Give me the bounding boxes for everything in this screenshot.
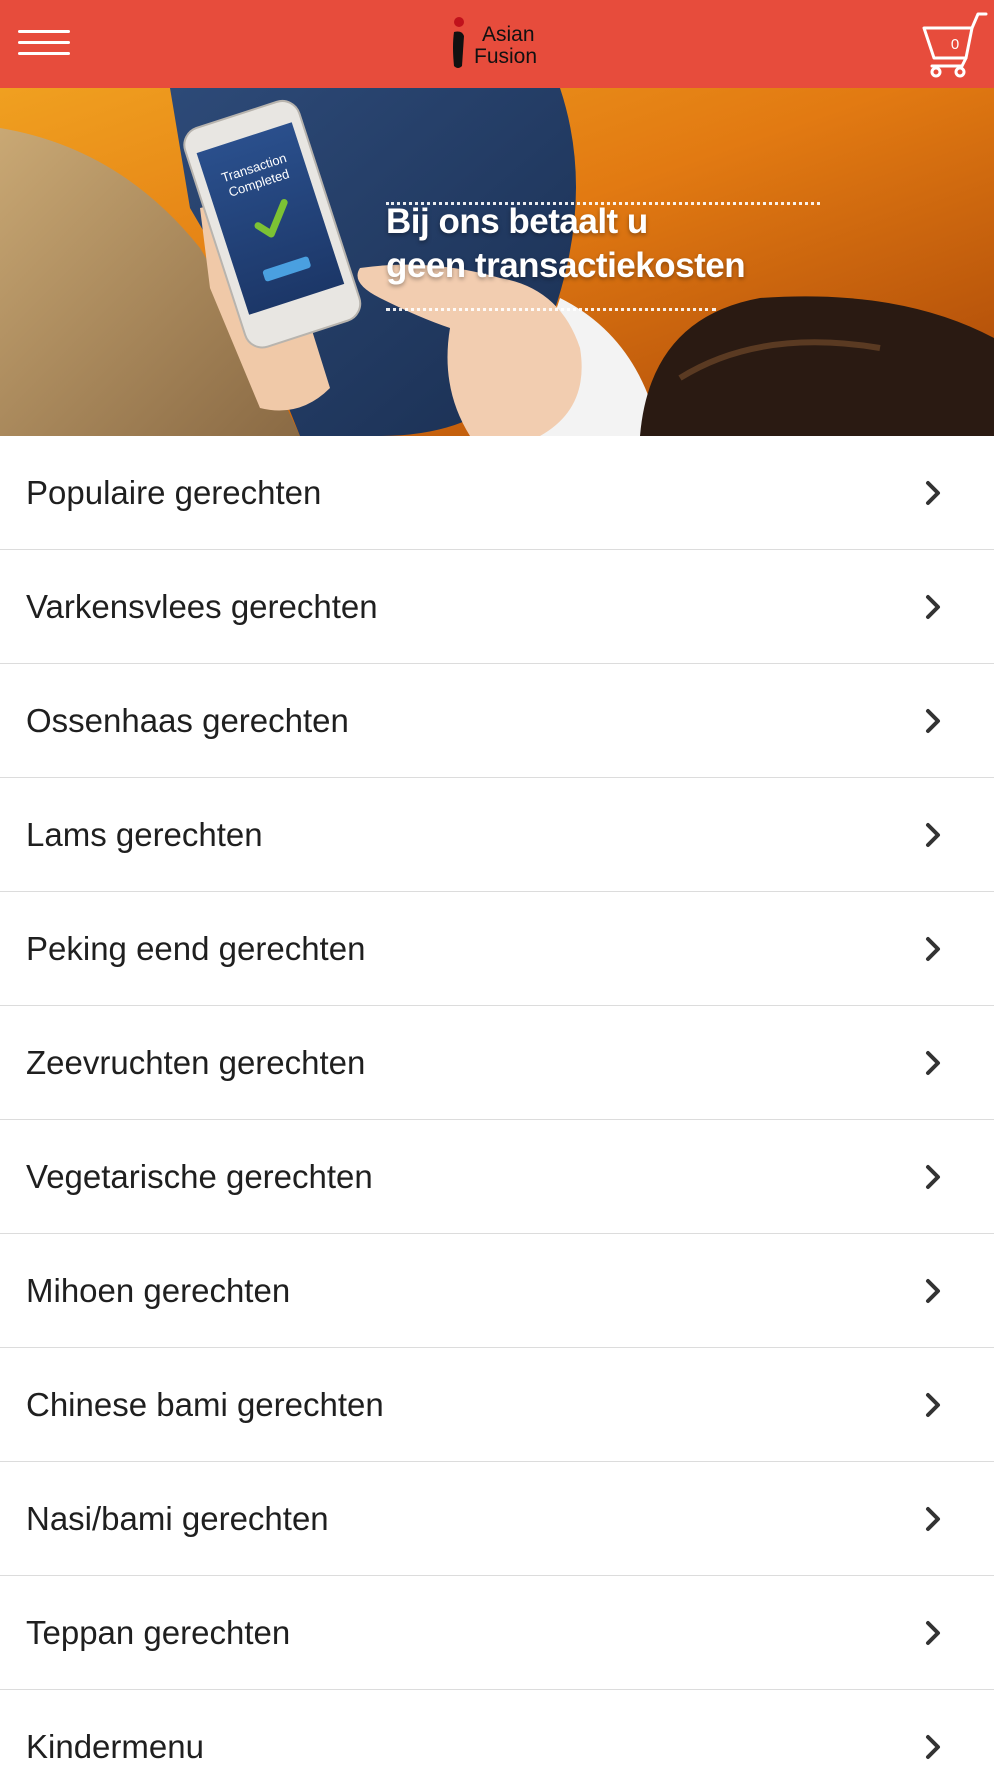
hamburger-menu-icon[interactable] <box>18 26 70 60</box>
category-label: Populaire gerechten <box>26 474 322 511</box>
category-item[interactable]: Zeevruchten gerechten <box>0 1006 994 1120</box>
category-label: Zeevruchten gerechten <box>26 1044 366 1081</box>
category-label: Mihoen gerechten <box>26 1272 291 1309</box>
category-label: Vegetarische gerechten <box>26 1158 373 1195</box>
category-label: Kindermenu <box>26 1728 204 1765</box>
chevron-right-icon <box>926 823 940 847</box>
category-item[interactable]: Kindermenu <box>0 1690 994 1778</box>
chevron-right-icon <box>926 1051 940 1075</box>
chevron-right-icon <box>926 1735 940 1759</box>
category-label: Ossenhaas gerechten <box>26 702 349 739</box>
category-item[interactable]: Mihoen gerechten <box>0 1234 994 1348</box>
banner-headline: Bij ons betaalt u geen transactiekosten <box>386 200 826 288</box>
banner-dotted-line-bottom <box>386 308 716 311</box>
promo-banner[interactable]: Transaction Completed Bij ons betaalt u … <box>0 88 994 436</box>
chevron-right-icon <box>926 1621 940 1645</box>
chevron-right-icon <box>926 1279 940 1303</box>
category-item[interactable]: Vegetarische gerechten <box>0 1120 994 1234</box>
chevron-right-icon <box>926 595 940 619</box>
category-item[interactable]: Nasi/bami gerechten <box>0 1462 994 1576</box>
category-item[interactable]: Lams gerechten <box>0 778 994 892</box>
chevron-right-icon <box>926 1393 940 1417</box>
category-label: Teppan gerechten <box>26 1614 291 1651</box>
category-label: Varkensvlees gerechten <box>26 588 378 625</box>
chevron-right-icon <box>926 709 940 733</box>
banner-headline-line-2: geen transactiekosten <box>386 246 746 285</box>
banner-headline-line-1: Bij ons betaalt u <box>386 202 648 241</box>
category-list: Populaire gerechten Varkensvlees gerechte… <box>0 436 994 1778</box>
logo-line-1: Asian <box>482 23 535 46</box>
category-item[interactable]: Ossenhaas gerechten <box>0 664 994 778</box>
category-label: Lams gerechten <box>26 816 263 853</box>
logo-wordmark: Asian Fusion <box>474 24 554 68</box>
category-label: Chinese bami gerechten <box>26 1386 384 1423</box>
chevron-right-icon <box>926 1507 940 1531</box>
chevron-right-icon <box>926 481 940 505</box>
category-label: Peking eend gerechten <box>26 930 366 967</box>
shopping-cart-button[interactable]: 0 <box>922 10 988 78</box>
chevron-right-icon <box>926 937 940 961</box>
category-item[interactable]: Chinese bami gerechten <box>0 1348 994 1462</box>
top-navbar: Asian Fusion 0 <box>0 0 994 88</box>
category-item[interactable]: Teppan gerechten <box>0 1576 994 1690</box>
brand-logo[interactable]: Asian Fusion <box>450 16 550 74</box>
category-item[interactable]: Populaire gerechten <box>0 436 994 550</box>
app-page: Asian Fusion 0 Transaction Completed Bij… <box>0 0 1000 1778</box>
cart-count-badge: 0 <box>950 36 960 53</box>
logo-line-2: Fusion <box>474 45 538 68</box>
category-item[interactable]: Varkensvlees gerechten <box>0 550 994 664</box>
category-label: Nasi/bami gerechten <box>26 1500 329 1537</box>
chevron-right-icon <box>926 1165 940 1189</box>
category-item[interactable]: Peking eend gerechten <box>0 892 994 1006</box>
